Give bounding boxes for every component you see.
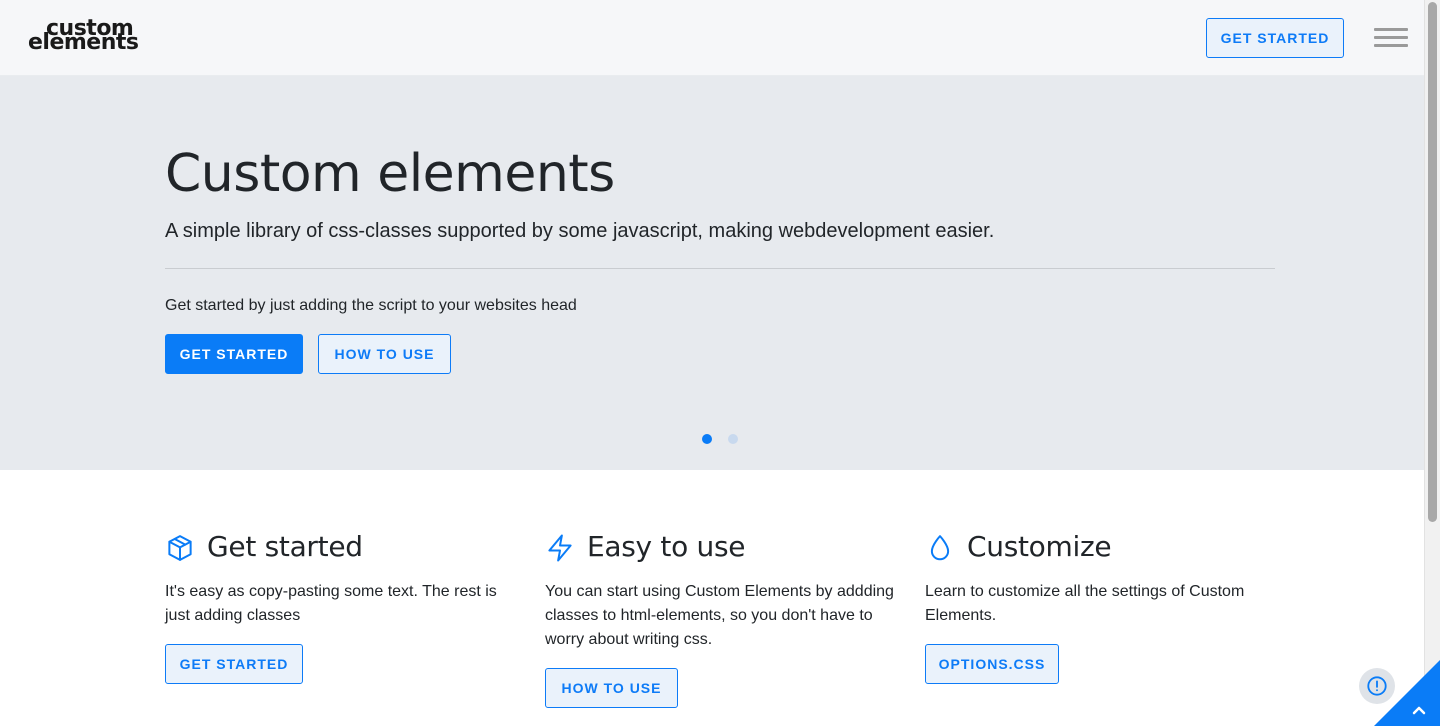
hero-subtitle: A simple library of css-classes supporte…	[165, 220, 995, 242]
feature-options-css-button[interactable]: OPTIONS.CSS	[925, 644, 1059, 684]
hero-carousel: Custom elements A simple library of css-…	[0, 76, 1424, 470]
scrollbar-thumb[interactable]	[1428, 2, 1437, 522]
feature-title: Customize	[967, 530, 1112, 563]
feature-heading: Easy to use	[545, 528, 895, 568]
hero-text: Get started by just adding the script to…	[165, 297, 577, 314]
hero-how-to-use-button[interactable]: HOW TO USE	[318, 334, 451, 374]
hero-divider	[165, 268, 1275, 269]
hamburger-menu-icon[interactable]	[1374, 25, 1410, 51]
hamburger-line	[1374, 44, 1408, 47]
hamburger-line	[1374, 36, 1408, 39]
lightning-icon	[548, 534, 572, 562]
carousel-dot-2[interactable]	[728, 434, 738, 444]
feature-text: It's easy as copy-pasting some text. The…	[165, 583, 497, 624]
feature-how-to-use-button[interactable]: HOW TO USE	[545, 668, 678, 708]
feature-heading: Customize	[925, 528, 1275, 568]
droplet-icon	[930, 535, 950, 561]
chevron-up-icon[interactable]	[1374, 660, 1440, 726]
feature-get-started-button[interactable]: GET STARTED	[165, 644, 303, 684]
header-get-started-button[interactable]: GET STARTED	[1206, 18, 1344, 58]
feature-text: You can start using Custom Elements by a…	[545, 583, 894, 648]
feature-heading: Get started	[165, 528, 515, 568]
logo[interactable]: custom elements	[28, 18, 139, 54]
logo-line-2: elements	[28, 30, 139, 55]
feature-title: Easy to use	[587, 530, 746, 563]
feature-text: Learn to customize all the settings of C…	[925, 583, 1245, 624]
carousel-dot-1-active[interactable]	[702, 434, 712, 444]
feature-easy-to-use: Easy to use You can start using Custom E…	[545, 528, 895, 708]
feature-customize: Customize Learn to customize all the set…	[925, 528, 1275, 684]
carousel-indicators	[702, 434, 742, 444]
feature-get-started: Get started It's easy as copy-pasting so…	[165, 528, 515, 684]
site-header: custom elements GET STARTED	[0, 0, 1424, 76]
hamburger-line	[1374, 28, 1408, 31]
vertical-scrollbar[interactable]	[1424, 0, 1440, 726]
hero-get-started-button[interactable]: GET STARTED	[165, 334, 303, 374]
page: custom elements GET STARTED Custom eleme…	[0, 0, 1440, 726]
feature-title: Get started	[207, 530, 363, 563]
hero-title: Custom elements	[165, 144, 615, 204]
box-icon	[168, 535, 192, 561]
